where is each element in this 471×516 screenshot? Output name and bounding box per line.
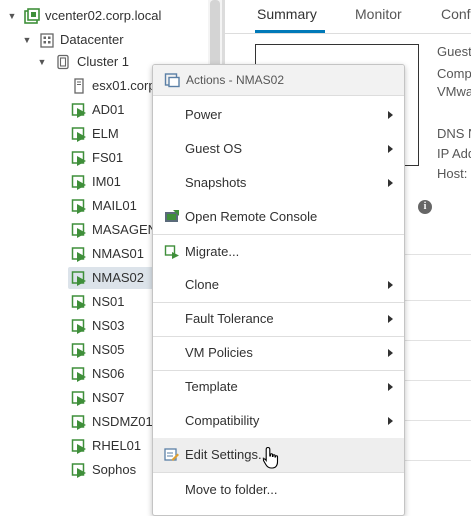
menu-item-label: Edit Settings... bbox=[185, 447, 269, 462]
collapse-caret-icon[interactable]: ▼ bbox=[36, 50, 48, 74]
submenu-arrow-icon bbox=[388, 145, 393, 153]
vm-powered-on-icon bbox=[71, 271, 86, 286]
menu-item-label: Power bbox=[185, 107, 222, 122]
tree-label: MAIL01 bbox=[92, 198, 137, 213]
vm-powered-on-icon bbox=[71, 247, 86, 262]
vm-powered-on-icon bbox=[71, 391, 86, 406]
menu-item-snapshots[interactable]: Snapshots bbox=[153, 166, 404, 200]
vm-powered-on-icon bbox=[71, 175, 86, 190]
vmware-tools-label: VMware Tools: bbox=[437, 84, 471, 99]
tree-label: AD01 bbox=[92, 102, 125, 117]
submenu-arrow-icon bbox=[388, 281, 393, 289]
menu-item-move-to-folder[interactable]: Move to folder... bbox=[153, 473, 404, 507]
submenu-arrow-icon bbox=[388, 111, 393, 119]
menu-item-vm-policies[interactable]: VM Policies bbox=[153, 336, 404, 370]
vm-powered-on-icon bbox=[71, 295, 86, 310]
vm-powered-on-icon bbox=[71, 439, 86, 454]
tree-item-datacenter[interactable]: ▼ Datacenter bbox=[0, 28, 208, 52]
tree-label: NMAS01 bbox=[92, 246, 145, 261]
collapse-caret-icon[interactable]: ▼ bbox=[6, 4, 18, 28]
tree-label: NS05 bbox=[92, 342, 125, 357]
tree-label: NSDMZ01 bbox=[92, 414, 153, 429]
tree-label: FS01 bbox=[92, 150, 124, 165]
tabs-divider bbox=[225, 33, 471, 34]
vm-powered-on-icon bbox=[71, 415, 86, 430]
tree-label: NMAS02 bbox=[92, 270, 145, 285]
menu-item-label: Migrate... bbox=[185, 244, 240, 259]
menu-item-compatibility[interactable]: Compatibility bbox=[153, 404, 404, 438]
vm-powered-on-icon bbox=[71, 151, 86, 166]
tree-label: NS01 bbox=[92, 294, 125, 309]
edit-settings-icon bbox=[164, 448, 179, 461]
menu-title: Actions - NMAS02 bbox=[186, 73, 285, 87]
menu-item-guest-os[interactable]: Guest OS bbox=[153, 132, 404, 166]
cluster-icon bbox=[57, 54, 69, 70]
vm-powered-on-icon bbox=[71, 199, 86, 214]
menu-header: Actions - NMAS02 bbox=[153, 65, 404, 96]
tree-label: NS03 bbox=[92, 318, 125, 333]
tree-label: Datacenter bbox=[60, 32, 124, 47]
vm-powered-on-icon bbox=[71, 463, 86, 478]
submenu-arrow-icon bbox=[388, 315, 393, 323]
submenu-arrow-icon bbox=[388, 383, 393, 391]
tree-label: NS07 bbox=[92, 390, 125, 405]
tree-label: NS06 bbox=[92, 366, 125, 381]
tree-label: Sophos bbox=[92, 462, 137, 477]
menu-item-label: Template bbox=[185, 379, 238, 394]
collapse-caret-icon[interactable]: ▼ bbox=[21, 28, 33, 52]
hand-cursor-icon bbox=[262, 446, 279, 469]
menu-item-label: VM Policies bbox=[185, 345, 253, 360]
vm-powered-on-icon bbox=[71, 319, 86, 334]
vm-powered-on-icon bbox=[71, 223, 86, 238]
vcenter-icon bbox=[24, 8, 40, 24]
vm-powered-on-icon bbox=[71, 343, 86, 358]
menu-item-migrate[interactable]: Migrate... bbox=[153, 235, 404, 269]
vm-powered-on-icon bbox=[71, 367, 86, 382]
tab-configure[interactable]: Configure bbox=[441, 6, 471, 22]
tree-label: Cluster 1 bbox=[77, 54, 130, 69]
ip-addresses-label: IP Addresses: bbox=[437, 146, 471, 161]
submenu-arrow-icon bbox=[388, 179, 393, 187]
menu-item-fault-tolerance[interactable]: Fault Tolerance bbox=[153, 302, 404, 336]
tree-label: ELM bbox=[92, 126, 119, 141]
menu-item-label: Compatibility bbox=[185, 413, 260, 428]
guest-os-label: Guest OS: bbox=[437, 44, 471, 59]
info-icon[interactable]: i bbox=[418, 200, 432, 214]
vm-powered-on-icon bbox=[71, 127, 86, 142]
host-label: Host: bbox=[437, 166, 468, 181]
tab-summary[interactable]: Summary bbox=[257, 6, 317, 22]
menu-item-clone[interactable]: Clone bbox=[153, 268, 404, 302]
menu-item-template[interactable]: Template bbox=[153, 370, 404, 404]
tree-label: vcenter02.corp.local bbox=[45, 8, 162, 23]
remote-console-icon bbox=[165, 210, 179, 222]
compatibility-label: Compatibility: bbox=[437, 66, 471, 81]
vm-icon bbox=[164, 73, 180, 88]
menu-item-power[interactable]: Power bbox=[153, 98, 404, 132]
menu-item-label: Fault Tolerance bbox=[185, 311, 274, 326]
tree-label: RHEL01 bbox=[92, 438, 142, 453]
tab-monitor[interactable]: Monitor bbox=[355, 6, 402, 22]
menu-item-label: Move to folder... bbox=[185, 482, 278, 497]
submenu-arrow-icon bbox=[388, 349, 393, 357]
vm-powered-on-icon bbox=[71, 103, 86, 118]
dns-name-label: DNS Name: bbox=[437, 126, 471, 141]
datacenter-icon bbox=[40, 33, 54, 48]
migrate-icon bbox=[164, 245, 179, 259]
tree-label: IM01 bbox=[92, 174, 121, 189]
menu-item-label: Open Remote Console bbox=[185, 209, 318, 224]
menu-item-label: Clone bbox=[185, 277, 219, 292]
host-icon bbox=[74, 78, 84, 94]
menu-item-open-remote-console[interactable]: Open Remote Console bbox=[153, 200, 404, 234]
menu-item-label: Guest OS bbox=[185, 141, 243, 156]
menu-item-label: Snapshots bbox=[185, 175, 247, 190]
tree-item-vcenter[interactable]: ▼ vcenter02.corp.local bbox=[0, 4, 208, 28]
submenu-arrow-icon bbox=[388, 417, 393, 425]
